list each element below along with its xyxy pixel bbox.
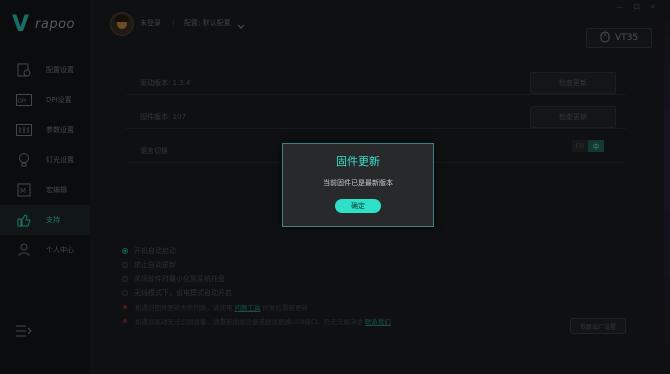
confirm-button[interactable]: 确定: [335, 199, 381, 213]
firmware-update-dialog: 固件更新 当前固件已是最新版本 确定: [282, 143, 434, 227]
dialog-message: 当前固件已是最新版本: [323, 179, 393, 187]
dialog-title: 固件更新: [336, 155, 380, 168]
